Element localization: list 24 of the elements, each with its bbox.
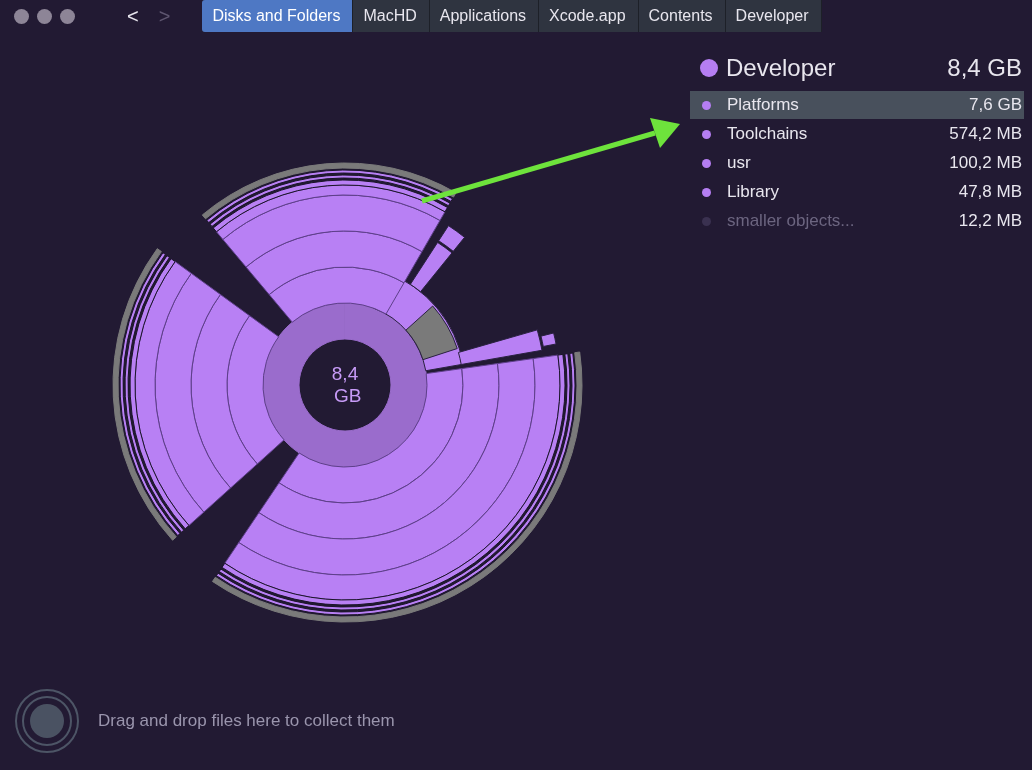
item-size: 100,2 MB bbox=[949, 152, 1022, 175]
total-size-label: 8,4 GB bbox=[331, 363, 362, 406]
item-name: Platforms bbox=[727, 94, 799, 117]
folder-size: 8,4 GB bbox=[947, 53, 1022, 83]
folder-list-item[interactable]: smaller objects... 12,2 MB bbox=[690, 207, 1024, 235]
item-name: usr bbox=[727, 152, 751, 175]
item-size: 47,8 MB bbox=[958, 181, 1022, 204]
drop-hint: Drag and drop files here to collect them bbox=[98, 710, 395, 733]
folder-list-item[interactable]: Toolchains 574,2 MB bbox=[690, 120, 1024, 148]
folder-name: Developer bbox=[726, 53, 836, 83]
breadcrumb-item[interactable]: Disks and Folders bbox=[202, 0, 354, 32]
folder-list-item[interactable]: Library 47,8 MB bbox=[690, 178, 1024, 206]
item-size: 7,6 GB bbox=[969, 94, 1022, 117]
folder-list-item[interactable]: Platforms 7,6 GB bbox=[690, 91, 1024, 119]
window-control-dot[interactable] bbox=[37, 8, 52, 24]
item-size: 12,2 MB bbox=[958, 210, 1022, 233]
item-size: 574,2 MB bbox=[949, 123, 1022, 146]
item-name: smaller objects... bbox=[727, 210, 855, 233]
folder-list-item[interactable]: usr 100,2 MB bbox=[690, 149, 1024, 177]
window-control-dot[interactable] bbox=[14, 8, 29, 24]
window-control-dot[interactable] bbox=[60, 8, 75, 24]
nav-arrow-button[interactable]: < bbox=[121, 6, 145, 26]
item-name: Toolchains bbox=[727, 123, 808, 146]
item-name: Library bbox=[727, 181, 779, 204]
